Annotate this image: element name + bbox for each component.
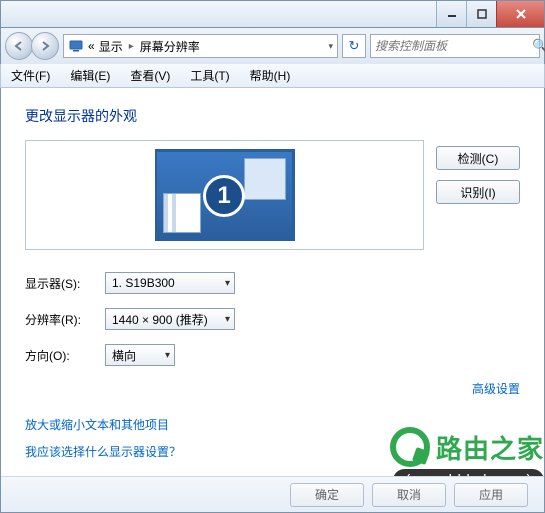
display-label: 显示器(S): [25, 275, 105, 292]
taskbar-preview-icon [163, 193, 201, 233]
display-select-value: 1. S19B300 [112, 276, 175, 290]
menu-help[interactable]: 帮助(H) [240, 67, 301, 84]
page-title: 更改显示器的外观 [25, 106, 520, 126]
minimize-button[interactable] [436, 1, 466, 27]
refresh-icon: ↻ [349, 38, 360, 54]
refresh-button[interactable]: ↻ [342, 34, 366, 58]
breadcrumb-sep: « [88, 39, 95, 53]
search-input[interactable] [375, 39, 532, 53]
detect-button[interactable]: 检测(C) [436, 146, 520, 170]
search-box[interactable]: 🔍 [370, 34, 540, 58]
dialog-button-row: 确定 取消 应用 [1, 476, 544, 512]
address-dropdown-icon[interactable]: ▾ [328, 41, 333, 52]
ok-button[interactable]: 确定 [290, 483, 364, 507]
orientation-label: 方向(O): [25, 347, 105, 364]
which-display-link[interactable]: 我应该选择什么显示器设置？ [25, 443, 520, 460]
resolution-select-value: 1440 × 900 (推荐) [112, 311, 208, 328]
navigation-bar: « 显示 ▸ 屏幕分辨率 ▾ ↻ 🔍 [0, 28, 545, 64]
menu-view[interactable]: 查看(V) [120, 67, 180, 84]
apply-button[interactable]: 应用 [454, 483, 528, 507]
orientation-select-value: 横向 [112, 347, 136, 364]
forward-button[interactable] [31, 32, 59, 60]
cancel-button[interactable]: 取消 [372, 483, 446, 507]
back-button[interactable] [5, 32, 33, 60]
close-button[interactable] [496, 1, 544, 27]
maximize-button[interactable] [466, 1, 496, 27]
breadcrumb-resolution[interactable]: 屏幕分辨率 [140, 38, 200, 55]
menu-file[interactable]: 文件(F) [1, 67, 60, 84]
orientation-select[interactable]: 横向 [105, 344, 175, 366]
resolution-select[interactable]: 1440 × 900 (推荐) [105, 308, 235, 330]
text-size-link[interactable]: 放大或缩小文本和其他项目 [25, 416, 520, 433]
monitor-thumbnail[interactable]: 1 [155, 149, 295, 241]
address-bar[interactable]: « 显示 ▸ 屏幕分辨率 ▾ [63, 34, 338, 58]
menu-bar: 文件(F) 编辑(E) 查看(V) 工具(T) 帮助(H) [0, 64, 545, 88]
resolution-label: 分辨率(R): [25, 311, 105, 328]
display-preview[interactable]: 1 [25, 140, 424, 250]
breadcrumb-display[interactable]: 显示 [99, 38, 123, 55]
search-icon[interactable]: 🔍 [532, 38, 545, 54]
display-select[interactable]: 1. S19B300 [105, 272, 235, 294]
menu-edit[interactable]: 编辑(E) [60, 67, 120, 84]
chevron-right-icon: ▸ [127, 41, 136, 52]
monitor-number-badge: 1 [203, 175, 245, 217]
menu-tools[interactable]: 工具(T) [180, 67, 239, 84]
display-icon [68, 38, 84, 54]
window-preview-icon [244, 158, 286, 200]
content-area: 更改显示器的外观 1 检测(C) 识别(I) 显示器(S): 1. S19B30… [0, 88, 545, 513]
advanced-settings-link[interactable]: 高级设置 [472, 382, 520, 396]
window-titlebar [0, 0, 545, 28]
identify-button[interactable]: 识别(I) [436, 180, 520, 204]
